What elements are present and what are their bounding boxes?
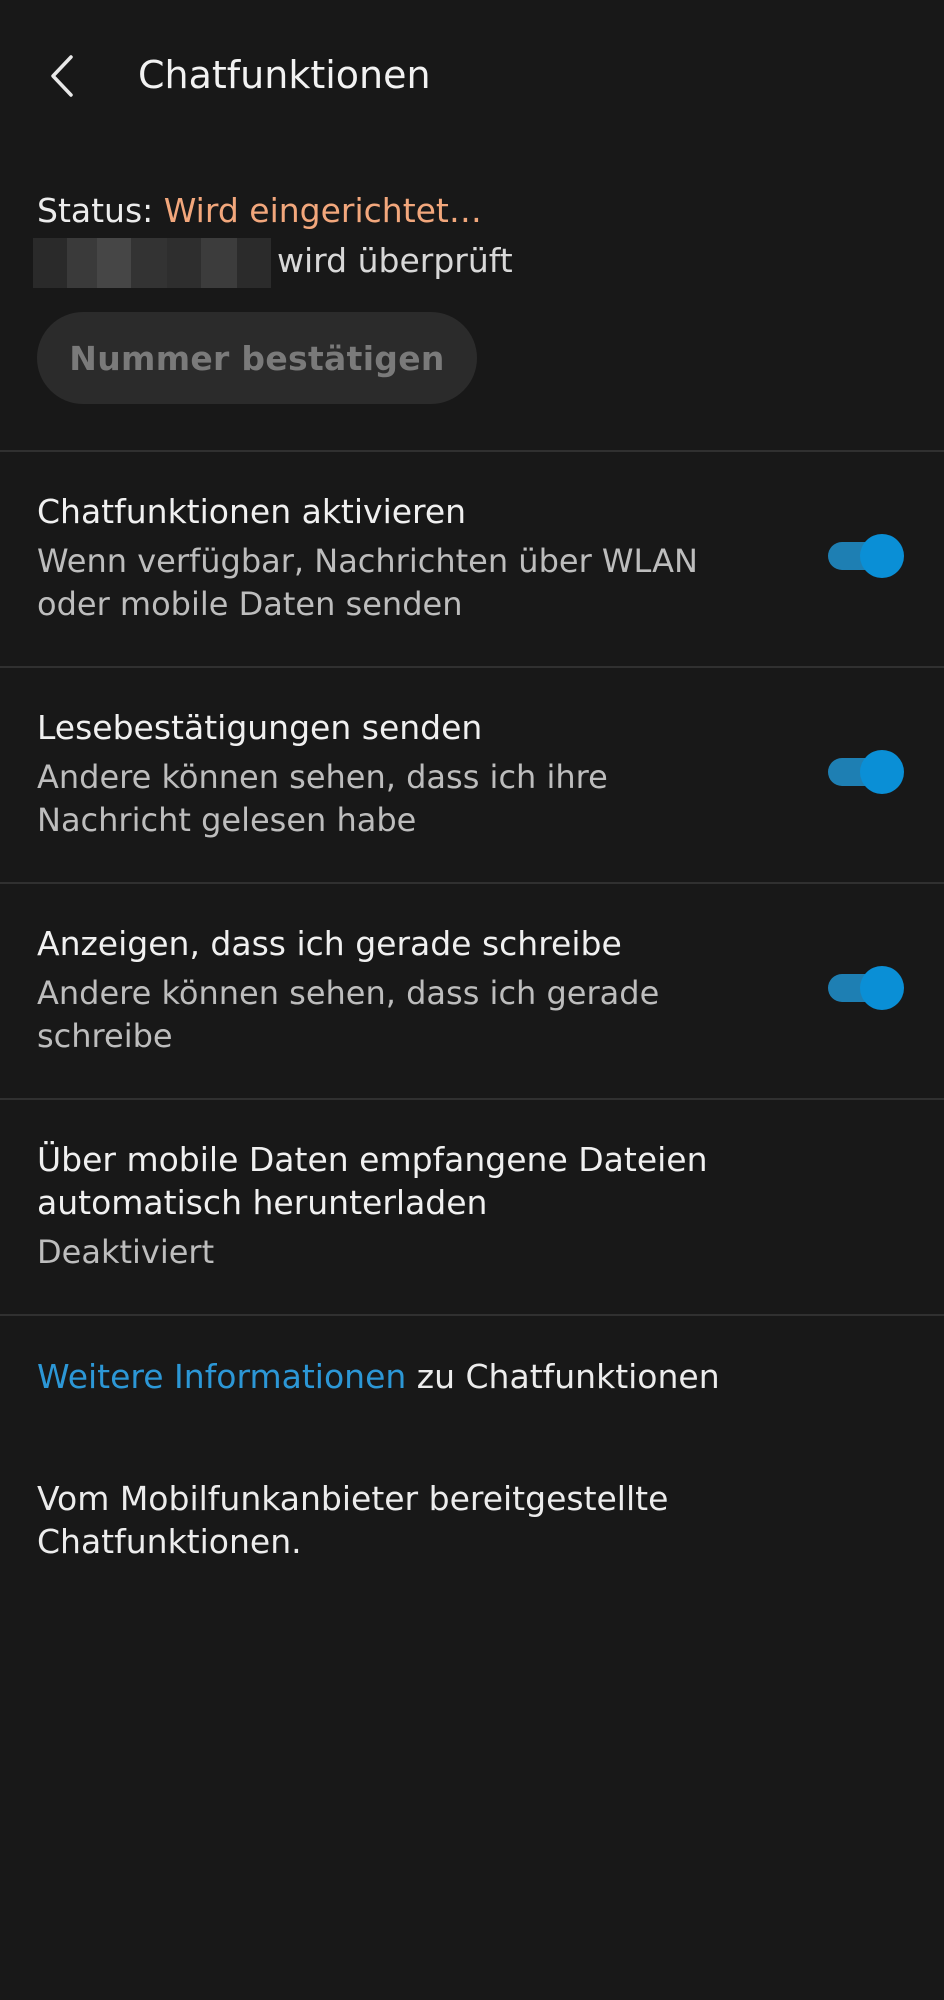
setting-title: Lesebestätigungen senden [37, 708, 483, 747]
setting-enable-chat-features[interactable]: Chatfunktionen aktivieren Wenn verfügbar… [0, 452, 944, 666]
setting-title: Chatfunktionen aktivieren [37, 492, 467, 531]
setting-description: Andere können sehen, dass ich ihre Nachr… [37, 758, 608, 839]
toggle-thumb [860, 966, 904, 1010]
back-button[interactable] [28, 36, 96, 116]
status-section: Status: Wird eingerichtet… wird überprüf… [33, 186, 907, 288]
read-receipts-toggle[interactable] [828, 750, 904, 794]
setting-auto-download-mobile-data[interactable]: Über mobile Daten empfangene Dateien aut… [0, 1100, 944, 1314]
setting-value: Deaktiviert [37, 1233, 215, 1271]
setting-read-receipts[interactable]: Lesebestätigungen senden Andere können s… [0, 668, 944, 882]
toggle-thumb [860, 750, 904, 794]
app-bar: Chatfunktionen [0, 0, 944, 150]
carrier-provided-text: Vom Mobilfunkanbieter bereitgestellte Ch… [37, 1479, 669, 1561]
setting-typing-indicator[interactable]: Anzeigen, dass ich gerade schreibe Ander… [0, 884, 944, 1098]
toggle-thumb [860, 534, 904, 578]
status-line: Status: Wird eingerichtet… [37, 186, 907, 236]
status-value: Wird eingerichtet… [163, 191, 482, 230]
more-info-line: Weitere Informationen zu Chatfunktionen [37, 1354, 720, 1400]
verification-line: wird überprüft [33, 236, 907, 288]
status-label: Status: [37, 191, 164, 230]
setting-description: Andere können sehen, dass ich gerade sch… [37, 974, 660, 1055]
setting-description: Wenn verfügbar, Nachrichten über WLAN od… [37, 542, 698, 623]
more-info-suffix: zu Chatfunktionen [406, 1357, 720, 1396]
divider [0, 1314, 944, 1316]
enable-chat-features-toggle[interactable] [828, 534, 904, 578]
chevron-left-icon [51, 55, 73, 97]
more-info-link[interactable]: Weitere Informationen [37, 1357, 406, 1396]
redacted-phone-number [33, 238, 271, 288]
setting-title: Anzeigen, dass ich gerade schreibe [37, 924, 622, 963]
setting-title: Über mobile Daten empfangene Dateien aut… [37, 1140, 708, 1222]
typing-indicator-toggle[interactable] [828, 966, 904, 1010]
page-title: Chatfunktionen [138, 53, 431, 97]
verification-text: wird überprüft [277, 241, 513, 280]
confirm-number-button[interactable]: Nummer bestätigen [37, 312, 477, 404]
